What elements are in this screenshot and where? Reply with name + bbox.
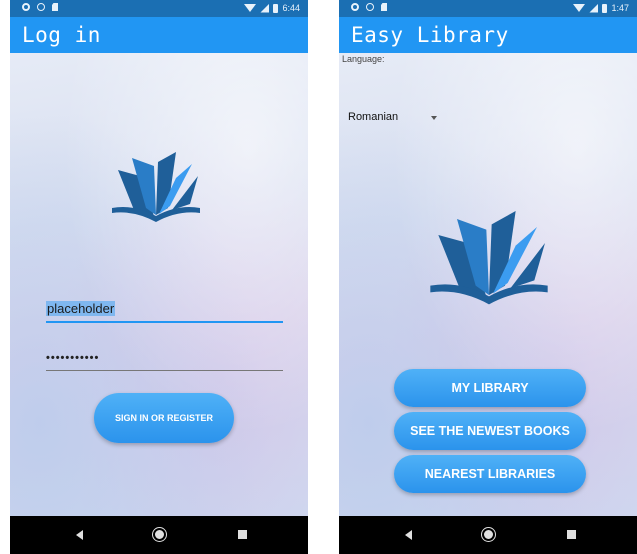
my-library-button[interactable]: MY LIBRARY [394,369,586,407]
language-select[interactable]: Romanian [348,111,398,123]
sign-in-button[interactable]: SIGN IN OR REGISTER [94,393,234,443]
navigation-bar [339,516,637,554]
sd-card-icon [381,3,387,11]
book-logo-icon [112,152,200,222]
battery-icon [273,3,279,13]
sd-card-icon [52,3,58,11]
settings-icon [22,3,30,11]
chevron-down-icon[interactable] [431,116,437,120]
home-icon[interactable] [482,528,495,541]
password-value: ••••••••••• [46,352,100,364]
notification-icon [37,3,45,11]
wifi-icon [573,4,586,12]
language-label: Language: [342,54,385,64]
status-time: 6:44 [282,3,300,13]
page-title: Easy Library [339,17,637,53]
notification-icon [366,3,374,11]
library-content: Language: Romanian MY LIBRARY SEE THE NE… [339,53,637,516]
recent-apps-icon[interactable] [567,530,576,539]
login-screen: 6:44 Log in placeholder ••••••••••• SIGN… [10,0,308,554]
library-screen: 1:47 Easy Library Language: Romanian MY … [339,0,637,554]
signal-icon [260,3,270,13]
newest-books-button[interactable]: SEE THE NEWEST BOOKS [394,412,586,450]
recent-apps-icon[interactable] [238,530,247,539]
signal-icon [589,3,599,13]
username-field[interactable]: placeholder [46,297,283,323]
back-icon[interactable] [405,530,412,540]
status-bar: 6:44 [10,0,308,17]
status-time: 1:47 [611,3,629,13]
home-icon[interactable] [153,528,166,541]
login-content: placeholder ••••••••••• SIGN IN OR REGIS… [10,53,308,516]
settings-icon [351,3,359,11]
battery-icon [602,3,608,13]
status-bar: 1:47 [339,0,637,17]
page-title: Log in [10,17,308,53]
username-value: placeholder [46,301,116,316]
book-logo-icon [430,211,548,305]
wifi-icon [244,4,257,12]
nearest-libraries-button[interactable]: NEAREST LIBRARIES [394,455,586,493]
navigation-bar [10,516,308,554]
back-icon[interactable] [76,530,83,540]
password-field[interactable]: ••••••••••• [46,345,283,371]
